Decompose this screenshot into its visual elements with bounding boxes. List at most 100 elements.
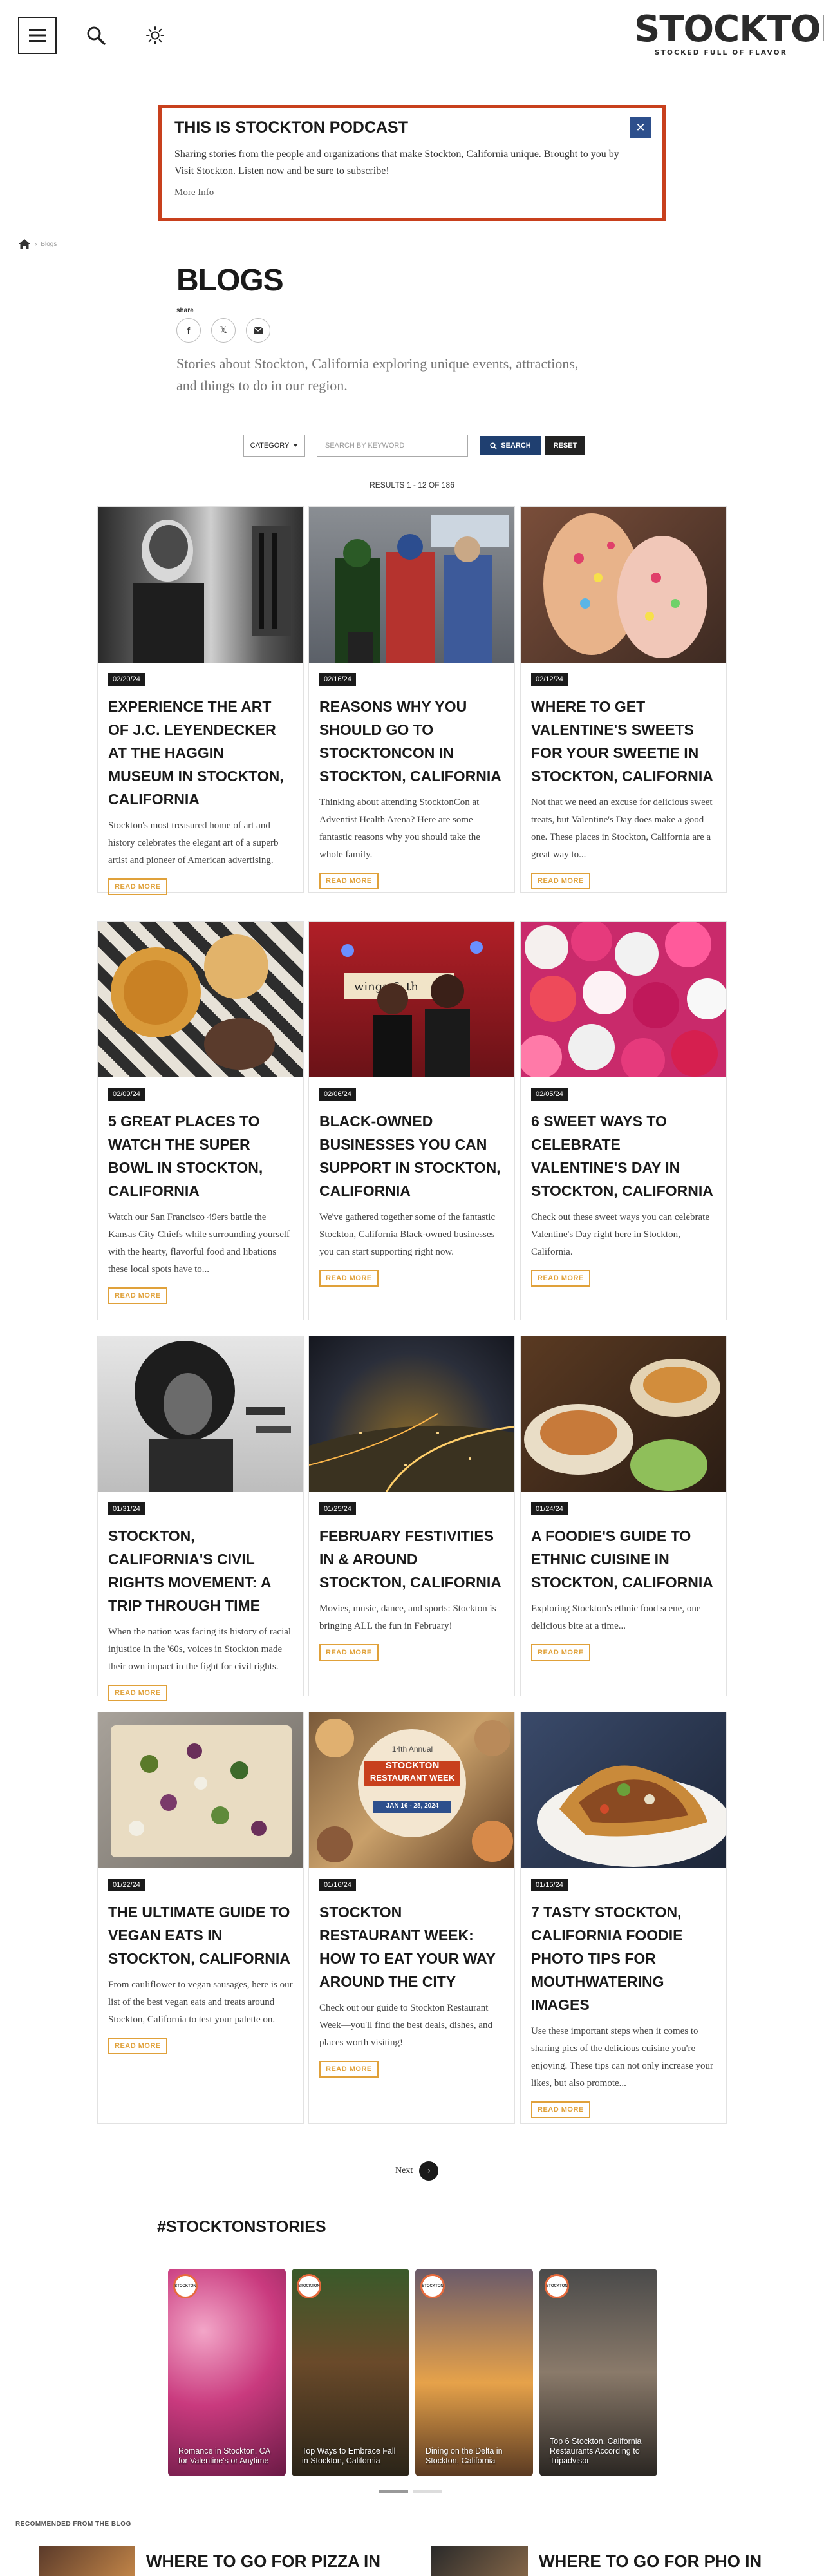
card-title[interactable]: STOCKTON RESTAURANT WEEK: HOW TO EAT YOU… xyxy=(319,1900,504,1993)
card-title[interactable]: STOCKTON, CALIFORNIA'S CIVIL RIGHTS MOVE… xyxy=(108,1524,293,1617)
card-date: 01/25/24 xyxy=(319,1502,356,1515)
category-select[interactable]: CATEGORY xyxy=(243,435,305,457)
card-image-food-photo[interactable] xyxy=(521,1712,726,1868)
restaurant-week-heading: RESTAURANT WEEK xyxy=(370,1773,455,1783)
read-more-button[interactable]: READ MORE xyxy=(531,1644,590,1661)
card-description: Thinking about attending StocktonCon at … xyxy=(319,797,480,860)
search-submit-button[interactable]: SEARCH xyxy=(480,436,541,455)
read-more-button[interactable]: READ MORE xyxy=(531,1270,590,1287)
story-card[interactable]: STOCKTON Dining on the Delta in Stockton… xyxy=(415,2269,533,2476)
card-title[interactable]: REASONS WHY YOU SHOULD GO TO STOCKTONCON… xyxy=(319,695,504,788)
share-label: share xyxy=(176,307,194,314)
recommended-title[interactable]: WHERE TO GO FOR PIZZA IN xyxy=(146,2552,380,2571)
read-more-button[interactable]: READ MORE xyxy=(319,1270,379,1287)
hamburger-icon xyxy=(29,29,46,42)
card-image-roses[interactable] xyxy=(521,922,726,1077)
stories-carousel: STOCKTON Romance in Stockton, CA for Val… xyxy=(168,2269,657,2476)
story-card[interactable]: STOCKTON Top 6 Stockton, California Rest… xyxy=(539,2269,657,2476)
search-button[interactable] xyxy=(84,23,108,48)
recommended-item[interactable]: WHERE TO GO FOR PIZZA IN xyxy=(39,2541,399,2576)
podcast-close-button[interactable]: ✕ xyxy=(630,117,651,138)
restaurant-week-subtitle: 14th Annual xyxy=(391,1745,433,1754)
read-more-button[interactable]: READ MORE xyxy=(319,1644,379,1661)
card-description: Check out these sweet ways you can celeb… xyxy=(531,1212,709,1257)
card-title[interactable]: 6 SWEET WAYS TO CELEBRATE VALENTINE'S DA… xyxy=(531,1110,716,1202)
story-caption: Dining on the Delta in Stockton, Califor… xyxy=(426,2447,503,2465)
read-more-button[interactable]: READ MORE xyxy=(108,878,167,895)
theme-toggle-button[interactable] xyxy=(143,23,167,48)
read-more-button[interactable]: READ MORE xyxy=(531,873,590,889)
breadcrumb-separator: › xyxy=(35,240,37,248)
logo-tagline: STOCKED FULL OF FLAVOR xyxy=(654,49,788,57)
card-image-ethnic-cuisine[interactable] xyxy=(521,1336,726,1492)
read-more-button[interactable]: READ MORE xyxy=(319,2061,379,2078)
carousel-dot-2[interactable] xyxy=(413,2490,442,2493)
recommended-thumbnail[interactable] xyxy=(431,2546,528,2576)
card-date: 01/16/24 xyxy=(319,1879,356,1891)
blog-card[interactable]: 14th Annual STOCKTON RESTAURANT WEEK JAN… xyxy=(308,1712,515,2124)
card-title[interactable]: 5 GREAT PLACES TO WATCH THE SUPER BOWL I… xyxy=(108,1110,293,1202)
read-more-button[interactable]: READ MORE xyxy=(531,2101,590,2118)
card-title[interactable]: WHERE TO GET VALENTINE'S SWEETS FOR YOUR… xyxy=(531,695,716,788)
card-image-leyendecker[interactable] xyxy=(98,507,303,663)
blog-card[interactable]: 01/24/24 A FOODIE'S GUIDE TO ETHNIC CUIS… xyxy=(520,1336,727,1696)
story-logo-badge: STOCKTON xyxy=(173,2274,198,2298)
filter-bar: CATEGORY SEARCH RESET xyxy=(0,424,824,466)
card-image-restaurant-week[interactable]: 14th Annual STOCKTON RESTAURANT WEEK JAN… xyxy=(309,1712,514,1868)
story-card[interactable]: STOCKTON Top Ways to Embrace Fall in Sto… xyxy=(292,2269,409,2476)
card-title[interactable]: A FOODIE'S GUIDE TO ETHNIC CUISINE IN ST… xyxy=(531,1524,716,1594)
recommended-item[interactable]: WHERE TO GO FOR PHO IN xyxy=(431,2541,818,2576)
blog-card[interactable]: 01/15/24 7 TASTY STOCKTON, CALIFORNIA FO… xyxy=(520,1712,727,2124)
card-title[interactable]: BLACK-OWNED BUSINESSES YOU CAN SUPPORT I… xyxy=(319,1110,504,1202)
card-image-stocktoncon[interactable] xyxy=(309,507,514,663)
read-more-button[interactable]: READ MORE xyxy=(108,1287,167,1304)
chevron-right-icon: › xyxy=(427,2166,431,2175)
card-title[interactable]: THE ULTIMATE GUIDE TO VEGAN EATS IN STOC… xyxy=(108,1900,293,1970)
blog-card[interactable]: 01/31/24 STOCKTON, CALIFORNIA'S CIVIL RI… xyxy=(97,1336,304,1701)
x-share-button[interactable]: 𝕏 xyxy=(211,318,236,343)
card-date: 01/22/24 xyxy=(108,1879,145,1891)
card-description: When the nation was facing its history o… xyxy=(108,1627,292,1672)
site-logo[interactable]: STOCKTON STOCKED FULL OF FLAVOR xyxy=(634,8,824,57)
carousel-dot-1[interactable] xyxy=(379,2490,408,2493)
keyword-search-input[interactable] xyxy=(317,435,468,457)
reset-button[interactable]: RESET xyxy=(545,436,585,455)
blog-card[interactable]: 02/09/24 5 GREAT PLACES TO WATCH THE SUP… xyxy=(97,921,304,1320)
next-page-label[interactable]: Next xyxy=(395,2166,413,2176)
page-title: BLOGS xyxy=(176,263,284,298)
email-share-button[interactable] xyxy=(246,318,270,343)
card-image-super-bowl[interactable] xyxy=(98,922,303,1077)
card-image-vegan[interactable] xyxy=(98,1712,303,1868)
recommended-thumbnail[interactable] xyxy=(39,2546,135,2576)
read-more-button[interactable]: READ MORE xyxy=(319,873,379,889)
x-icon: 𝕏 xyxy=(220,325,227,336)
podcast-more-info-link[interactable]: More Info xyxy=(174,187,650,198)
card-description: Not that we need an excuse for delicious… xyxy=(531,797,713,860)
next-page-button[interactable]: › xyxy=(419,2161,439,2181)
card-image-city-night[interactable] xyxy=(309,1336,514,1492)
card-title[interactable]: EXPERIENCE THE ART OF J.C. LEYENDECKER A… xyxy=(108,695,293,811)
category-select-label: CATEGORY xyxy=(250,442,290,450)
blog-card[interactable]: 02/20/24 EXPERIENCE THE ART OF J.C. LEYE… xyxy=(97,506,304,895)
blog-card[interactable]: wings & th 02/06/24 BLACK-OWNED BUSINESS… xyxy=(308,921,515,1320)
blog-card[interactable]: 02/12/24 WHERE TO GET VALENTINE'S SWEETS… xyxy=(520,506,727,893)
card-image-civil-rights[interactable] xyxy=(98,1336,303,1492)
blog-card[interactable]: 02/05/24 6 SWEET WAYS TO CELEBRATE VALEN… xyxy=(520,921,727,1320)
read-more-button[interactable]: READ MORE xyxy=(108,1685,167,1701)
card-date: 01/24/24 xyxy=(531,1502,568,1515)
menu-button[interactable] xyxy=(18,17,57,54)
recommended-title[interactable]: WHERE TO GO FOR PHO IN xyxy=(539,2552,762,2571)
card-image-black-owned[interactable]: wings & th xyxy=(309,922,514,1077)
card-title[interactable]: FEBRUARY FESTIVITIES IN & AROUND STOCKTO… xyxy=(319,1524,504,1594)
logo-wordmark: STOCKTON xyxy=(634,8,824,50)
facebook-share-button[interactable]: f xyxy=(176,318,201,343)
story-card[interactable]: STOCKTON Romance in Stockton, CA for Val… xyxy=(168,2269,286,2476)
blog-card[interactable]: 02/16/24 REASONS WHY YOU SHOULD GO TO ST… xyxy=(308,506,515,893)
card-image-valentine-sweets[interactable] xyxy=(521,507,726,663)
blog-card[interactable]: 01/22/24 THE ULTIMATE GUIDE TO VEGAN EAT… xyxy=(97,1712,304,2124)
read-more-button[interactable]: READ MORE xyxy=(108,2038,167,2054)
card-title[interactable]: 7 TASTY STOCKTON, CALIFORNIA FOODIE PHOT… xyxy=(531,1900,716,2016)
home-icon[interactable] xyxy=(18,238,31,250)
blog-card[interactable]: 01/25/24 FEBRUARY FESTIVITIES IN & AROUN… xyxy=(308,1336,515,1696)
card-date: 02/16/24 xyxy=(319,673,356,686)
